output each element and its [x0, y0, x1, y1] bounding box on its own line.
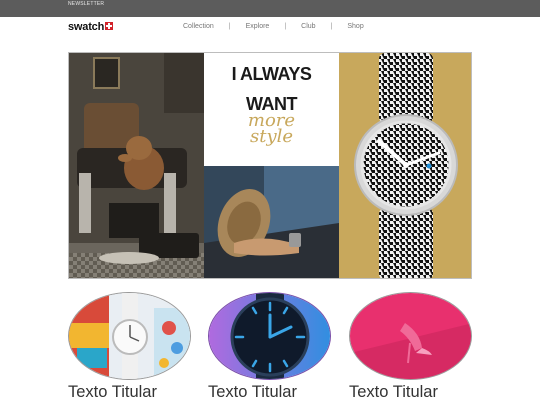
nav-item-shop[interactable]: Shop — [347, 23, 363, 30]
card-image-beach-watch — [68, 292, 191, 380]
main-nav: Collection | Explore | Club | Shop — [183, 23, 364, 30]
card-image-pink-shoe — [349, 292, 472, 380]
card-3[interactable]: Texto Titular — [349, 292, 472, 402]
newsletter-link[interactable]: NEWSLETTER — [68, 1, 104, 7]
quote-line: I ALWAYS — [231, 64, 312, 84]
nav-item-club[interactable]: Club — [301, 23, 315, 30]
barber-chair-dog-image — [69, 53, 204, 278]
nav-separator: | — [284, 23, 287, 30]
nav-separator: | — [228, 23, 231, 30]
card-title[interactable]: Texto Titular — [208, 383, 331, 402]
card-image-blue-watch — [208, 292, 331, 380]
card-title[interactable]: Texto Titular — [68, 383, 191, 402]
top-bar: NEWSLETTER — [0, 0, 540, 17]
card-title[interactable]: Texto Titular — [349, 383, 472, 402]
swatch-logo[interactable]: swatch — [68, 20, 114, 34]
quote-block: I ALWAYS WANT more style — [204, 53, 339, 166]
quote-script-line: style — [249, 126, 294, 147]
nav-item-explore[interactable]: Explore — [246, 23, 270, 30]
hero-banner[interactable]: I ALWAYS WANT more style — [68, 52, 472, 279]
card-2[interactable]: Texto Titular — [208, 292, 331, 402]
nav-item-collection[interactable]: Collection — [183, 23, 214, 30]
brand-name: swatch — [68, 21, 105, 33]
nav-separator: | — [330, 23, 333, 30]
card-row: Texto Titular Texto Titular Texto Titula… — [68, 292, 472, 405]
card-1[interactable]: Texto Titular — [68, 292, 191, 402]
swiss-cross-icon — [105, 22, 114, 30]
houndstooth-watch-image — [339, 53, 471, 278]
